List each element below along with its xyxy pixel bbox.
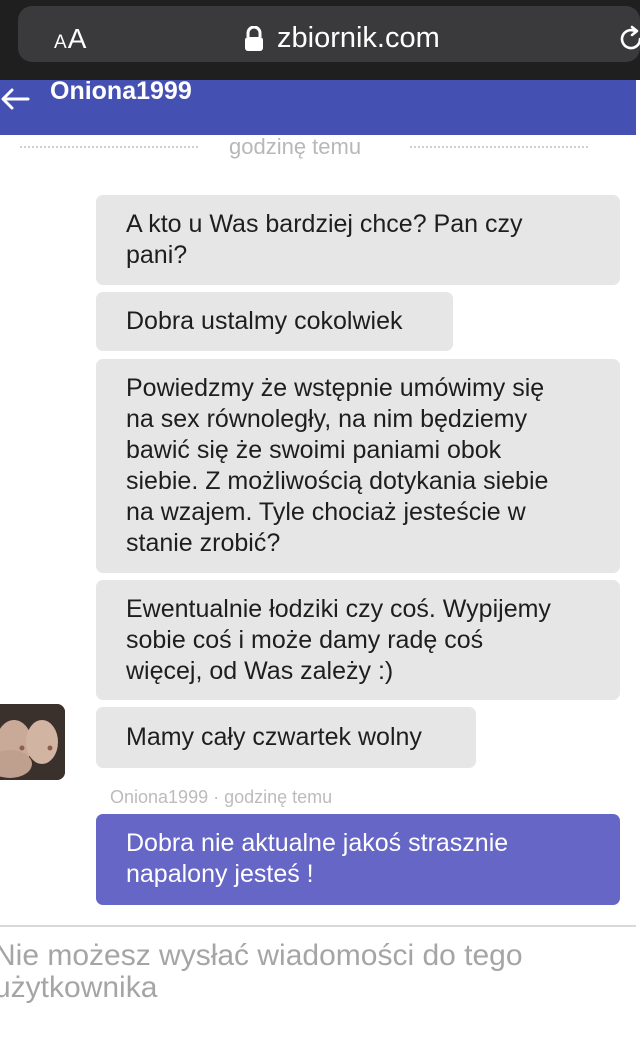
message-bubble: Ewentualnie łodziki czy coś. Wypijemy so… — [96, 580, 620, 700]
address-bar[interactable]: AA zbiornik.com — [18, 6, 640, 62]
message-bubble: A kto u Was bardziej chce? Pan czy pani? — [96, 195, 620, 285]
message-bubble: Powiedzmy że wstępnie umówimy się na sex… — [96, 359, 620, 573]
message-bubble: Mamy cały czwartek wolny — [96, 707, 476, 768]
reload-icon[interactable] — [616, 24, 640, 54]
lock-icon — [245, 26, 263, 51]
message-bubble: Dobra ustalmy cokolwiek — [96, 292, 453, 351]
back-arrow-icon[interactable] — [0, 88, 30, 110]
sender-avatar[interactable] — [0, 704, 65, 780]
time-separator: godzinę temu — [229, 134, 362, 159]
messaging-disabled-notice: Nie możesz wysłać wiadomości do tego uży… — [0, 939, 523, 1004]
browser-toolbar: AA zbiornik.com — [0, 0, 640, 80]
avatar-photo-icon — [0, 704, 65, 780]
chat-username[interactable]: Oniona1999 — [50, 76, 192, 106]
text-size-button[interactable]: AA — [54, 23, 87, 55]
own-message-bubble: Dobra nie aktualne jakoś strasznie napal… — [96, 814, 620, 905]
domain-text: zbiornik.com — [277, 22, 440, 54]
footer-divider — [0, 925, 636, 927]
message-meta: Oniona1999 · godzinę temu — [110, 787, 333, 807]
separator-line-right — [410, 146, 588, 148]
chat-header: Oniona1999 — [0, 77, 636, 135]
separator-line-left — [20, 146, 198, 148]
